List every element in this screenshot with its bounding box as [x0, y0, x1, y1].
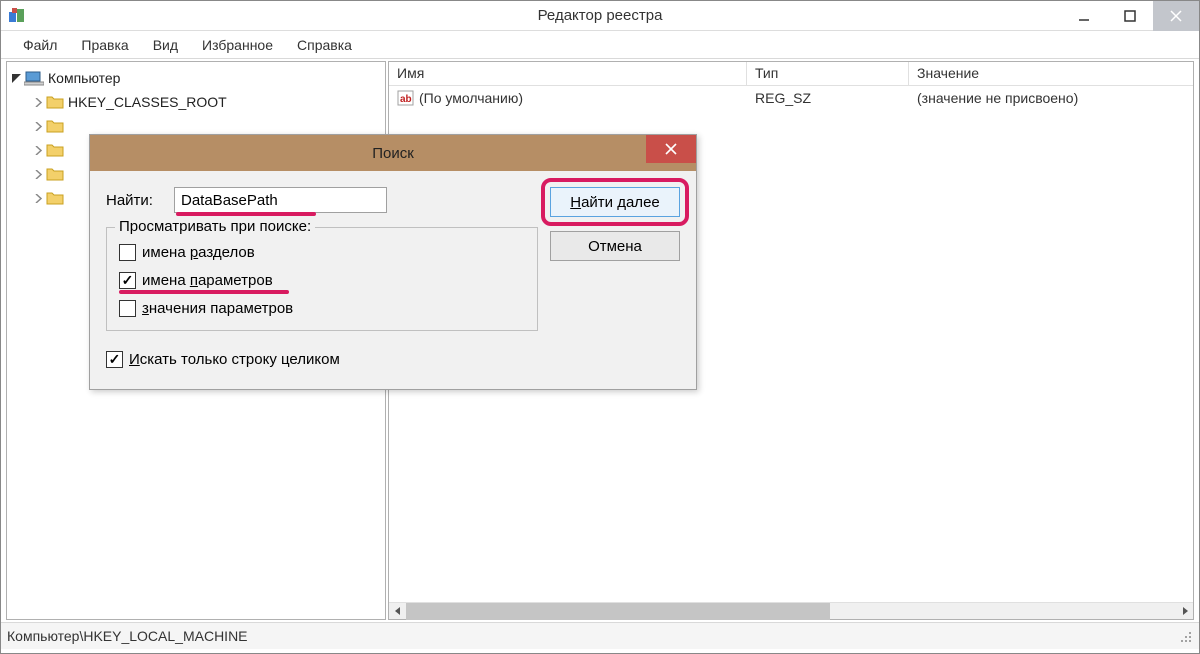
folder-icon — [46, 166, 64, 182]
scroll-left-icon[interactable] — [389, 603, 406, 620]
find-input[interactable] — [174, 187, 387, 213]
scroll-track[interactable] — [406, 603, 1176, 620]
dialog-body: Найти: Просматривать при поиске: имена р… — [90, 171, 696, 389]
scroll-thumb[interactable] — [406, 603, 830, 620]
cancel-button[interactable]: Отмена — [550, 231, 680, 261]
folder-icon — [46, 190, 64, 206]
menubar: Файл Правка Вид Избранное Справка — [1, 31, 1199, 59]
dialog-close-button[interactable] — [646, 135, 696, 163]
row-name-label: (По умолчанию) — [419, 90, 523, 106]
menu-view[interactable]: Вид — [143, 34, 188, 56]
menu-help[interactable]: Справка — [287, 34, 362, 56]
list-row[interactable]: ab (По умолчанию) REG_SZ (значение не пр… — [389, 86, 1193, 110]
tree-item-label: HKEY_CLASSES_ROOT — [68, 94, 227, 110]
cell-value: (значение не присвоено) — [909, 88, 1193, 108]
tree-item[interactable]: HKEY_CLASSES_ROOT — [9, 90, 383, 114]
horizontal-scrollbar[interactable] — [389, 602, 1193, 619]
find-dialog: Поиск Найти: Просматривать при поиске: и… — [89, 134, 697, 390]
expand-icon[interactable] — [31, 191, 45, 205]
status-path: Компьютер\HKEY_LOCAL_MACHINE — [7, 628, 248, 644]
checkbox-data-label: значения параметров — [142, 300, 293, 317]
checkbox-keys[interactable]: имена разделов — [119, 238, 525, 266]
window-controls — [1061, 1, 1199, 31]
expand-icon[interactable] — [31, 95, 45, 109]
scroll-right-icon[interactable] — [1176, 603, 1193, 620]
resize-grip-icon[interactable] — [1177, 628, 1193, 644]
expand-icon[interactable] — [31, 143, 45, 157]
checkbox-values-label: имена параметров — [142, 272, 273, 289]
close-button[interactable] — [1153, 1, 1199, 31]
checkbox-whole[interactable]: Искать только строку целиком — [106, 345, 538, 373]
col-type[interactable]: Тип — [747, 62, 909, 85]
expand-icon[interactable] — [31, 119, 45, 133]
find-label: Найти: — [106, 192, 162, 209]
tree-root[interactable]: Компьютер — [9, 66, 383, 90]
menu-favorites[interactable]: Избранное — [192, 34, 283, 56]
statusbar: Компьютер\HKEY_LOCAL_MACHINE — [1, 623, 1199, 649]
titlebar: Редактор реестра — [1, 1, 1199, 31]
string-value-icon: ab — [397, 89, 415, 107]
lookat-label: Просматривать при поиске: — [115, 218, 315, 235]
dialog-title: Поиск — [372, 145, 414, 162]
cell-name: ab (По умолчанию) — [389, 87, 747, 109]
collapse-icon[interactable] — [9, 71, 23, 85]
dialog-titlebar[interactable]: Поиск — [90, 135, 696, 171]
checkbox-whole-label: Искать только строку целиком — [129, 351, 340, 368]
cell-type: REG_SZ — [747, 88, 909, 108]
col-value[interactable]: Значение — [909, 62, 1193, 85]
col-name[interactable]: Имя — [389, 62, 747, 85]
checkbox-icon — [119, 272, 136, 289]
folder-icon — [46, 118, 64, 134]
checkbox-data[interactable]: значения параметров — [119, 294, 525, 322]
minimize-button[interactable] — [1061, 1, 1107, 31]
window-title: Редактор реестра — [538, 7, 663, 24]
folder-icon — [46, 142, 64, 158]
menu-file[interactable]: Файл — [13, 34, 67, 56]
svg-text:ab: ab — [400, 94, 412, 105]
lookat-groupbox: Просматривать при поиске: имена разделов… — [106, 227, 538, 331]
highlight-annotation — [176, 212, 316, 216]
tree-root-label: Компьютер — [48, 70, 120, 86]
checkbox-icon — [106, 351, 123, 368]
checkbox-values[interactable]: имена параметров — [119, 266, 525, 294]
list-header: Имя Тип Значение — [389, 62, 1193, 86]
checkbox-icon — [119, 244, 136, 261]
maximize-button[interactable] — [1107, 1, 1153, 31]
folder-icon — [46, 94, 64, 110]
computer-icon — [24, 70, 44, 86]
checkbox-icon — [119, 300, 136, 317]
app-icon — [7, 6, 27, 26]
menu-edit[interactable]: Правка — [71, 34, 138, 56]
checkbox-keys-label: имена разделов — [142, 244, 255, 261]
find-next-button[interactable]: Найти далее — [550, 187, 680, 217]
expand-icon[interactable] — [31, 167, 45, 181]
